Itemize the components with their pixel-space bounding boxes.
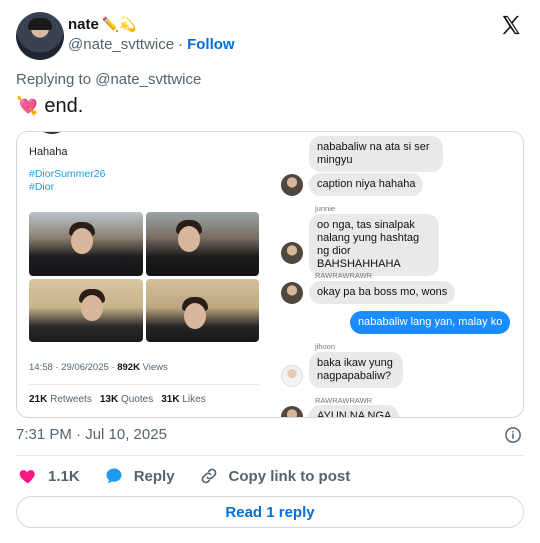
chat-avatar bbox=[281, 242, 303, 264]
stat-quotes: 13K Quotes bbox=[99, 394, 154, 405]
author-name-emoji: ✏️💫 bbox=[101, 16, 137, 32]
chat-avatar bbox=[281, 282, 303, 304]
chat-bubble: AYUN NA NGA bbox=[309, 405, 400, 417]
embedded-post-stats: 21K Retweets 13K Quotes 31K Likes bbox=[29, 394, 206, 405]
embedded-photo bbox=[29, 278, 143, 342]
embedded-photo bbox=[29, 212, 143, 276]
divider bbox=[16, 455, 524, 456]
chat-bubble-mine: nababaliw lang yan, malay ko bbox=[350, 311, 511, 334]
chat-sender-name: RAWRAWRAWR bbox=[315, 271, 373, 280]
embedded-hashtags: #DiorSummer26 #Dior bbox=[29, 168, 105, 194]
embedded-photo-grid bbox=[29, 212, 259, 342]
embedded-post-screenshot: Hahaha #DiorSummer26 #Dior 14:58 · 29/06… bbox=[29, 132, 269, 417]
chat-bubble: baka ikaw yung nagpapabaliw? bbox=[309, 352, 403, 388]
chat-avatar bbox=[281, 174, 303, 196]
tweet-text: end. bbox=[44, 95, 84, 117]
like-button[interactable]: 1.1K bbox=[18, 466, 80, 486]
heart-icon bbox=[19, 470, 35, 484]
heart-arrow-emoji-icon: 💘 bbox=[16, 96, 39, 116]
chat-bubble: caption niya hahaha bbox=[309, 173, 424, 196]
reply-label: Reply bbox=[133, 467, 175, 485]
post-timestamp[interactable]: 7:31 PM · Jul 10, 2025 bbox=[16, 426, 167, 443]
hashtag: #Dior bbox=[29, 181, 55, 193]
read-replies-button[interactable]: Read 1 reply bbox=[16, 496, 524, 528]
chat-avatar bbox=[281, 365, 303, 387]
chat-bubble: nababaliw na ata si ser mingyu bbox=[309, 136, 443, 172]
action-bar: 1.1K Reply Copy link to post bbox=[18, 466, 374, 486]
follow-button[interactable]: Follow bbox=[187, 36, 235, 53]
link-icon bbox=[201, 468, 216, 484]
author-avatar[interactable] bbox=[16, 12, 64, 60]
copy-link-label: Copy link to post bbox=[228, 467, 351, 485]
chat-sender-name: jihoon bbox=[315, 342, 336, 351]
embedded-post-text: Hahaha bbox=[29, 146, 68, 158]
author-handle-row: @nate_svttwice · Follow bbox=[68, 36, 235, 53]
embedded-views-count: 892K bbox=[117, 362, 140, 373]
author-name-row[interactable]: nate ✏️💫 bbox=[68, 16, 137, 33]
reply-bubble-icon bbox=[106, 468, 122, 484]
embedded-post-meta: 14:58 · 29/06/2025 · 892K Views bbox=[29, 362, 168, 373]
chat-sender-name: junnie bbox=[315, 204, 336, 213]
replying-to[interactable]: Replying to @nate_svttwice bbox=[16, 71, 201, 88]
tweet-body: 💘 end. bbox=[16, 95, 83, 118]
stat-retweets: 21K Retweets bbox=[29, 394, 92, 405]
embedded-divider bbox=[29, 384, 259, 385]
x-logo-icon[interactable] bbox=[500, 14, 522, 36]
chat-bubble: okay pa ba boss mo, wons bbox=[309, 281, 456, 304]
embedded-views-label: Views bbox=[139, 362, 168, 373]
chat-avatar bbox=[281, 406, 303, 417]
reply-button[interactable]: Reply bbox=[104, 466, 175, 486]
embedded-photo bbox=[145, 212, 259, 276]
handle-separator: · bbox=[178, 36, 184, 53]
embedded-post-time: 14:58 · 29/06/2025 · bbox=[29, 362, 118, 373]
chat-screenshot: nababaliw na ata si ser mingyu caption n… bbox=[279, 132, 523, 417]
stat-likes: 31K Likes bbox=[161, 394, 206, 405]
cropped-avatar-edge bbox=[37, 132, 67, 134]
embedded-photo bbox=[145, 278, 259, 342]
attached-image[interactable]: Hahaha #DiorSummer26 #Dior 14:58 · 29/06… bbox=[16, 131, 524, 418]
info-icon[interactable] bbox=[504, 426, 522, 444]
hashtag: #DiorSummer26 bbox=[29, 168, 106, 180]
copy-link-button[interactable]: Copy link to post bbox=[199, 466, 351, 486]
author-name[interactable]: nate bbox=[68, 16, 99, 33]
chat-sender-name: RAWRAWRAWR bbox=[315, 396, 373, 405]
author-handle[interactable]: @nate_svttwice bbox=[68, 36, 174, 53]
like-count: 1.1K bbox=[48, 467, 80, 485]
chat-bubble: oo nga, tas sinalpak nalang yung hashtag… bbox=[309, 214, 439, 276]
